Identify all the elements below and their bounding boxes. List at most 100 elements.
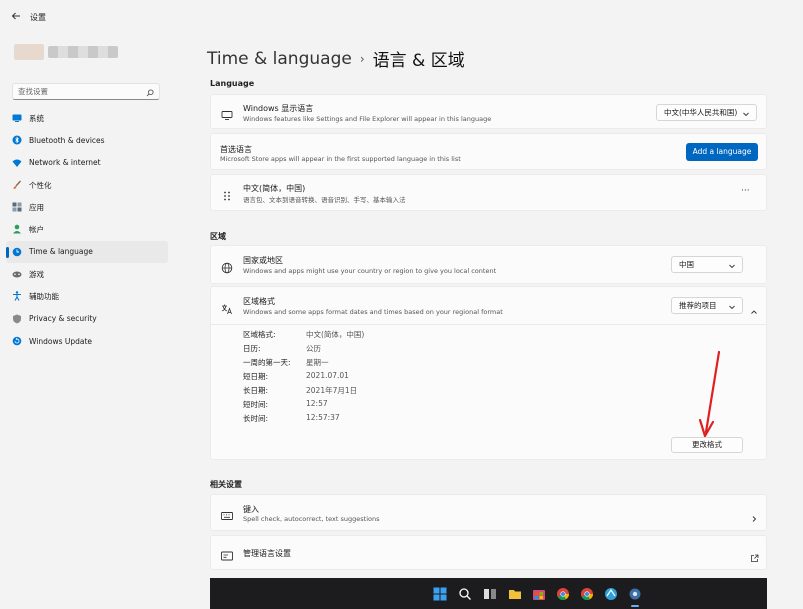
format-detail-value: 星期一 bbox=[306, 358, 329, 367]
sidebar-item-system[interactable]: 系统 bbox=[6, 107, 168, 129]
settings-gear-icon[interactable] bbox=[628, 586, 642, 600]
shield-icon bbox=[12, 314, 22, 324]
windows-start-icon[interactable] bbox=[433, 586, 447, 601]
row-subtitle: Windows features like Settings and File … bbox=[243, 115, 492, 123]
back-arrow-icon[interactable] bbox=[10, 10, 22, 22]
user-profile[interactable] bbox=[14, 44, 118, 60]
sidebar-item-accessibility[interactable]: 辅助功能 bbox=[6, 285, 168, 307]
sidebar-item-label: 个性化 bbox=[29, 180, 52, 190]
sidebar-item-privacy[interactable]: Privacy & security bbox=[6, 308, 168, 330]
country-dropdown[interactable]: 中国 bbox=[671, 256, 743, 273]
format-detail-value: 12:57:37 bbox=[306, 413, 340, 422]
drag-handle-icon[interactable] bbox=[221, 187, 233, 201]
task-view-icon[interactable] bbox=[483, 586, 497, 600]
sidebar-nav: 系统 Bluetooth & devices Network & interne… bbox=[6, 107, 168, 352]
sidebar-item-label: Privacy & security bbox=[29, 314, 97, 324]
sidebar-item-time-language[interactable]: Time & language bbox=[6, 240, 168, 264]
section-language-title: Language bbox=[210, 79, 255, 88]
row-subtitle: Windows and some apps format dates and t… bbox=[243, 308, 503, 316]
format-detail-label: 长日期: bbox=[243, 386, 269, 395]
sidebar-item-label: 游戏 bbox=[29, 269, 44, 279]
chrome-alt-icon[interactable] bbox=[580, 586, 594, 601]
sidebar-item-gaming[interactable]: 游戏 bbox=[6, 263, 168, 285]
row-subtitle: Microsoft Store apps will appear in the … bbox=[220, 155, 461, 163]
file-explorer-icon[interactable] bbox=[508, 586, 522, 600]
sidebar-item-label: Bluetooth & devices bbox=[29, 135, 105, 145]
breadcrumb-current: 语言 & 区域 bbox=[372, 51, 465, 71]
dropdown-value: 推荐的项目 bbox=[679, 301, 717, 310]
maps-icon[interactable] bbox=[604, 586, 618, 600]
sidebar-item-accounts[interactable]: 帐户 bbox=[6, 218, 168, 240]
format-language-icon bbox=[221, 300, 233, 315]
section-region-title: 区域 bbox=[210, 232, 226, 241]
format-detail-value: 中文(简体，中国) bbox=[306, 330, 365, 339]
sidebar-item-label: Time & language bbox=[29, 247, 93, 257]
display-language-dropdown[interactable]: 中文(中华人民共和国) bbox=[656, 104, 757, 121]
row-title: Windows 显示语言 bbox=[243, 104, 314, 113]
sidebar-item-personalization[interactable]: 个性化 bbox=[6, 174, 168, 196]
add-language-button[interactable]: Add a language bbox=[686, 143, 758, 161]
sidebar-item-windows-update[interactable]: Windows Update bbox=[6, 330, 168, 352]
chevron-right-icon bbox=[750, 508, 758, 522]
change-format-button[interactable]: 更改格式 bbox=[671, 437, 743, 453]
external-link-icon bbox=[750, 548, 759, 562]
sidebar-item-apps[interactable]: 应用 bbox=[6, 196, 168, 218]
sidebar-item-label: 系统 bbox=[29, 113, 44, 123]
format-detail-label: 日历: bbox=[243, 344, 261, 353]
active-app-indicator bbox=[631, 605, 639, 607]
title-bar: 设置 bbox=[0, 0, 803, 32]
update-icon bbox=[12, 336, 22, 346]
person-icon bbox=[12, 224, 22, 234]
sidebar-item-label: 帐户 bbox=[29, 225, 44, 235]
row-title: 区域格式 bbox=[243, 297, 275, 306]
monitor-outline-icon bbox=[221, 106, 233, 120]
taskbar-search-icon[interactable] bbox=[458, 586, 472, 600]
search-placeholder: 查找设置 bbox=[18, 87, 48, 96]
brush-icon bbox=[12, 180, 22, 190]
regional-format-header[interactable]: 区域格式 Windows and some apps format dates … bbox=[211, 287, 766, 325]
dropdown-value: 中文(中华人民共和国) bbox=[664, 108, 738, 117]
preferred-languages-row: 首选语言 Microsoft Store apps will appear in… bbox=[210, 133, 767, 170]
row-title: 中文(简体，中国) bbox=[243, 184, 306, 193]
keyboard-icon bbox=[221, 507, 233, 520]
globe-icon bbox=[221, 259, 233, 274]
format-detail-value: 公历 bbox=[306, 344, 321, 353]
sidebar-item-label: Windows Update bbox=[29, 336, 93, 346]
format-detail-label: 短时间: bbox=[243, 400, 269, 409]
accessibility-icon bbox=[12, 291, 22, 302]
store-icon[interactable] bbox=[532, 586, 546, 600]
page-title: Time & language › 语言 & 区域 bbox=[207, 46, 465, 72]
section-related-title: 相关设置 bbox=[210, 480, 242, 489]
chevron-up-icon[interactable] bbox=[750, 301, 758, 314]
sidebar-item-bluetooth[interactable]: Bluetooth & devices bbox=[6, 129, 168, 151]
format-detail-label: 一周的第一天: bbox=[243, 358, 291, 367]
row-title: 管理语言设置 bbox=[243, 549, 291, 558]
row-title: 首选语言 bbox=[220, 145, 252, 154]
breadcrumb-parent[interactable]: Time & language bbox=[207, 49, 352, 69]
format-detail-value: 2021年7月1日 bbox=[306, 386, 358, 395]
taskbar bbox=[210, 578, 767, 609]
language-entry-row[interactable]: 中文(简体，中国) 语言包、文本到语音转换、语音识别、手写、基本输入法 ··· bbox=[210, 174, 767, 211]
regional-format-dropdown[interactable]: 推荐的项目 bbox=[671, 297, 743, 314]
wifi-icon bbox=[12, 158, 22, 168]
admin-language-icon bbox=[221, 547, 233, 561]
row-title: 键入 bbox=[243, 505, 259, 514]
sidebar-item-network[interactable]: Network & internet bbox=[6, 152, 168, 174]
windows-display-language-row[interactable]: Windows 显示语言 Windows features like Setti… bbox=[210, 94, 767, 129]
avatar bbox=[14, 44, 44, 60]
gamepad-icon bbox=[12, 269, 22, 279]
globe-clock-icon bbox=[12, 247, 22, 257]
format-detail-label: 短日期: bbox=[243, 372, 269, 381]
row-subtitle: Windows and apps might use your country … bbox=[243, 267, 497, 275]
search-icon bbox=[146, 87, 154, 97]
admin-language-settings-row[interactable]: 管理语言设置 bbox=[210, 535, 767, 570]
more-options-button[interactable]: ··· bbox=[741, 186, 750, 196]
typing-row[interactable]: 键入 Spell check, autocorrect, text sugges… bbox=[210, 494, 767, 531]
monitor-icon bbox=[12, 113, 22, 123]
search-input[interactable]: 查找设置 bbox=[12, 83, 160, 100]
breadcrumb-separator: › bbox=[359, 51, 365, 66]
chrome-icon[interactable] bbox=[556, 586, 570, 601]
country-region-row[interactable]: 国家或地区 Windows and apps might use your co… bbox=[210, 245, 767, 284]
chevron-down-icon bbox=[742, 108, 750, 117]
chevron-down-icon bbox=[728, 301, 736, 310]
